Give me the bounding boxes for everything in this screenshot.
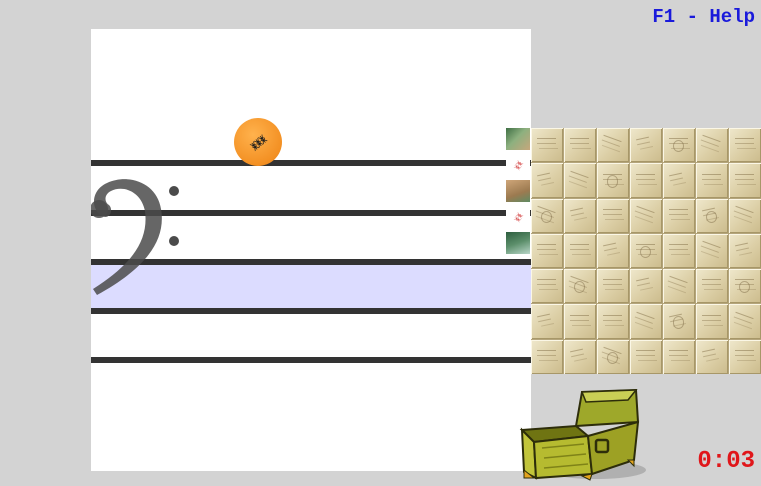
puzzle-tile[interactable] bbox=[729, 304, 761, 339]
puzzle-tile[interactable] bbox=[696, 339, 728, 374]
puzzle-tile[interactable] bbox=[531, 198, 563, 233]
music-staff-area: ᛤᛤᛤ bbox=[91, 29, 531, 471]
puzzle-tile[interactable] bbox=[564, 233, 596, 269]
puzzle-tile[interactable] bbox=[663, 163, 695, 198]
puzzle-tile[interactable] bbox=[630, 198, 662, 233]
help-hint: F1 - Help bbox=[652, 6, 755, 28]
puzzle-tile-grid bbox=[531, 128, 761, 374]
puzzle-tile[interactable] bbox=[696, 304, 728, 339]
puzzle-tile[interactable] bbox=[531, 339, 563, 374]
puzzle-thumbnail[interactable]: ᛤᛤ bbox=[506, 154, 530, 176]
puzzle-thumbnail[interactable]: ᛤᛤ bbox=[506, 206, 530, 228]
puzzle-tile[interactable] bbox=[729, 128, 761, 163]
note-name-glyph-icon: ᛤᛤ bbox=[513, 211, 525, 223]
puzzle-tile[interactable] bbox=[564, 163, 596, 198]
elapsed-timer: 0:03 bbox=[697, 448, 755, 475]
puzzle-thumbnail[interactable] bbox=[506, 180, 530, 202]
puzzle-piece-strip: ᛤᛤ ᛤᛤ bbox=[506, 128, 530, 258]
puzzle-thumbnail[interactable] bbox=[506, 232, 530, 254]
bass-clef-icon bbox=[91, 169, 193, 313]
puzzle-tile[interactable] bbox=[531, 233, 563, 269]
puzzle-tile[interactable] bbox=[630, 339, 662, 374]
puzzle-tile[interactable] bbox=[564, 198, 596, 233]
puzzle-tile[interactable] bbox=[531, 304, 563, 339]
puzzle-tile[interactable] bbox=[630, 269, 662, 304]
puzzle-tile[interactable] bbox=[630, 304, 662, 339]
note-name-glyph-icon: ᛤᛤ bbox=[513, 159, 525, 171]
puzzle-tile[interactable] bbox=[597, 304, 629, 339]
treasure-chest-icon bbox=[518, 386, 648, 486]
puzzle-tile[interactable] bbox=[729, 163, 761, 198]
puzzle-tile[interactable] bbox=[630, 233, 662, 269]
puzzle-tile[interactable] bbox=[729, 269, 761, 304]
puzzle-tile[interactable] bbox=[564, 304, 596, 339]
puzzle-tile[interactable] bbox=[564, 339, 596, 374]
puzzle-tile[interactable] bbox=[597, 339, 629, 374]
svg-text:ᛤᛤᛤ: ᛤᛤᛤ bbox=[248, 133, 269, 153]
puzzle-tile[interactable] bbox=[630, 163, 662, 198]
puzzle-tile[interactable] bbox=[597, 269, 629, 304]
puzzle-tile[interactable] bbox=[531, 128, 563, 163]
puzzle-tile[interactable] bbox=[729, 339, 761, 374]
falling-note-ball[interactable]: ᛤᛤᛤ bbox=[234, 118, 282, 166]
svg-text:ᛤᛤ: ᛤᛤ bbox=[513, 211, 525, 223]
puzzle-tile[interactable] bbox=[663, 198, 695, 233]
svg-text:ᛤᛤ: ᛤᛤ bbox=[513, 159, 525, 171]
puzzle-tile[interactable] bbox=[696, 198, 728, 233]
puzzle-tile[interactable] bbox=[696, 269, 728, 304]
puzzle-tile[interactable] bbox=[597, 128, 629, 163]
puzzle-tile[interactable] bbox=[696, 163, 728, 198]
puzzle-tile[interactable] bbox=[531, 163, 563, 198]
puzzle-tile[interactable] bbox=[630, 128, 662, 163]
puzzle-tile[interactable] bbox=[663, 128, 695, 163]
staff-line bbox=[91, 357, 531, 363]
note-name-glyph-icon: ᛤᛤᛤ bbox=[248, 133, 269, 153]
puzzle-tile[interactable] bbox=[597, 233, 629, 269]
staff-line bbox=[91, 160, 531, 166]
puzzle-tile[interactable] bbox=[663, 233, 695, 269]
puzzle-tile[interactable] bbox=[531, 269, 563, 304]
puzzle-tile[interactable] bbox=[564, 128, 596, 163]
puzzle-tile[interactable] bbox=[663, 339, 695, 374]
puzzle-thumbnail[interactable] bbox=[506, 128, 530, 150]
puzzle-tile[interactable] bbox=[663, 269, 695, 304]
puzzle-tile[interactable] bbox=[597, 198, 629, 233]
puzzle-tile[interactable] bbox=[696, 233, 728, 269]
puzzle-tile[interactable] bbox=[564, 269, 596, 304]
puzzle-tile[interactable] bbox=[597, 163, 629, 198]
puzzle-tile[interactable] bbox=[729, 233, 761, 269]
puzzle-tile[interactable] bbox=[729, 198, 761, 233]
puzzle-tile[interactable] bbox=[696, 128, 728, 163]
puzzle-tile[interactable] bbox=[663, 304, 695, 339]
